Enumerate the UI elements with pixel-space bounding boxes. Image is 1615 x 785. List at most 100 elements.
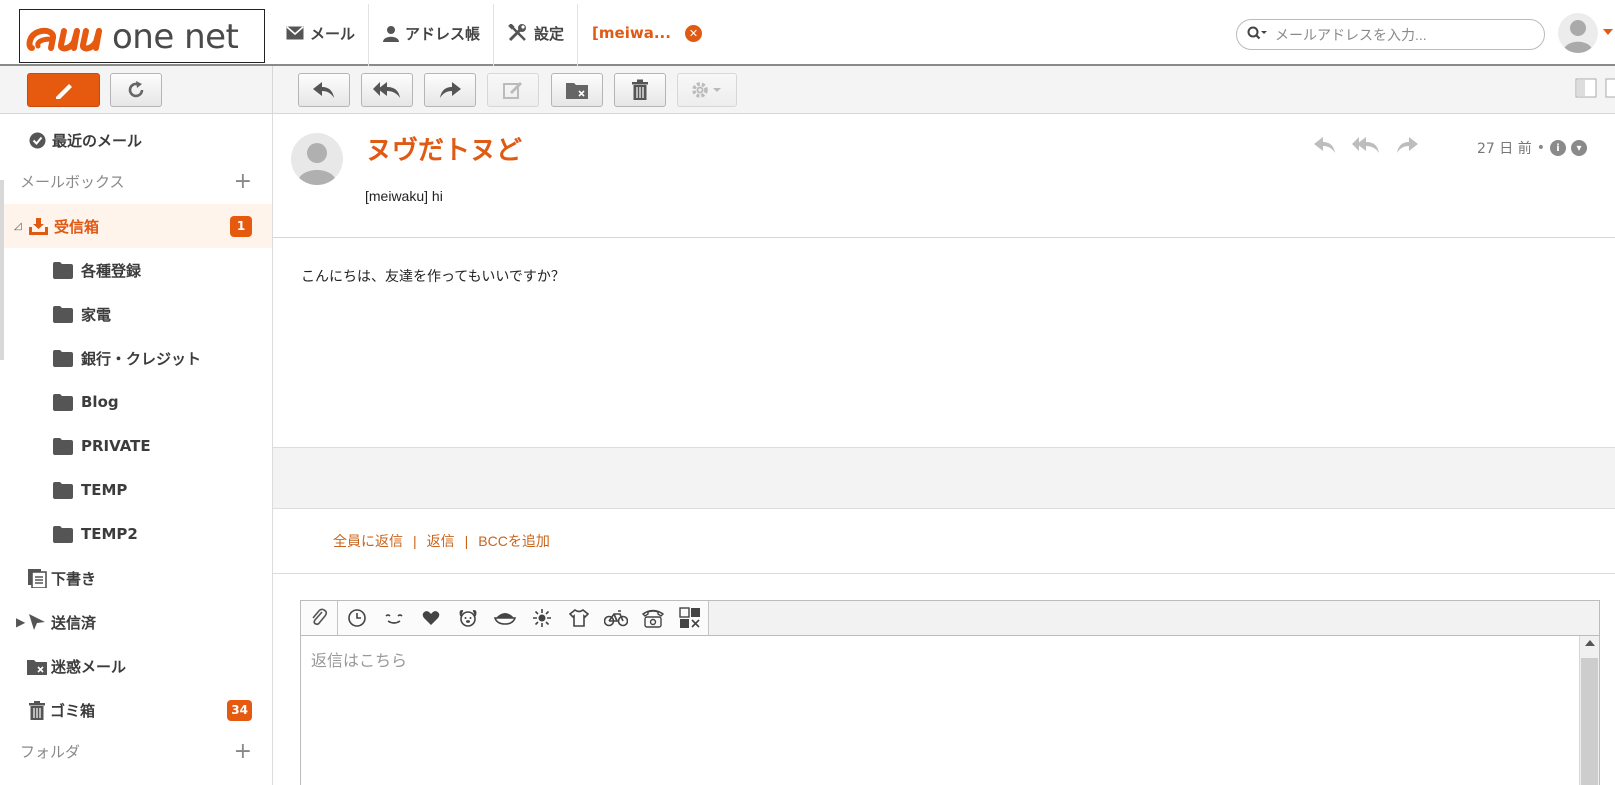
forward-icon[interactable]: [1395, 136, 1419, 154]
tab-mail[interactable]: メール: [272, 0, 370, 66]
sidebar-item-folder[interactable]: 銀行・クレジット: [0, 336, 272, 380]
message-subject: [meiwaku] hi: [365, 188, 443, 204]
phone-emoji-button[interactable]: [634, 601, 671, 635]
user-avatar[interactable]: [1558, 13, 1598, 53]
emoji-button-group: [301, 601, 709, 635]
add-mailbox-icon[interactable]: +: [234, 169, 252, 194]
trash-icon: [29, 700, 45, 720]
tab-settings[interactable]: 設定: [494, 0, 579, 66]
reply-all-icon: [373, 82, 400, 98]
reply-icon[interactable]: [1313, 136, 1337, 154]
search-box[interactable]: [1236, 19, 1545, 50]
sidebar-item-folder[interactable]: PRIVATE: [0, 424, 272, 468]
sidebar-item-sent[interactable]: ▶ 送信済: [0, 600, 272, 644]
toolbar-divider: [272, 66, 273, 114]
avatar-silhouette-icon: [297, 143, 337, 185]
symbol-emoji-button[interactable]: [671, 601, 708, 635]
dog-face-icon: [459, 610, 476, 627]
unread-count-badge: 1: [230, 215, 252, 237]
sidebar-item-label: 受信箱: [54, 217, 100, 236]
user-menu-caret-icon[interactable]: [1603, 29, 1613, 35]
brand-text: one net: [112, 17, 239, 57]
section-label: フォルダ: [20, 742, 81, 761]
search-icon[interactable]: [1247, 26, 1269, 44]
sidebar-item-folder[interactable]: TEMP: [0, 468, 272, 512]
reply-all-link[interactable]: 全員に返信: [333, 533, 403, 549]
trash-icon: [632, 79, 648, 100]
folder-icon: [53, 261, 73, 279]
sidebar-item-folder[interactable]: Blog: [0, 380, 272, 424]
avatar-silhouette-icon: [1563, 20, 1593, 53]
reply-all-icon[interactable]: [1351, 136, 1381, 154]
mail-icon: [286, 26, 304, 40]
message-footer-band: [273, 447, 1615, 509]
bicycle-emoji-button[interactable]: [597, 601, 634, 635]
forward-button[interactable]: [424, 73, 476, 107]
sidebar-item-label: 最近のメール: [52, 131, 143, 150]
au-one-net-logo[interactable]: one net: [19, 9, 265, 63]
food-emoji-button[interactable]: [486, 601, 523, 635]
sidebar-item-spam[interactable]: 迷惑メール: [0, 644, 272, 688]
heart-emoji-button[interactable]: [412, 601, 449, 635]
sidebar-item-folder[interactable]: 家電: [0, 292, 272, 336]
dog-emoji-button[interactable]: [449, 601, 486, 635]
folder-label: 各種登録: [81, 261, 142, 280]
resize-handle[interactable]: [0, 180, 4, 360]
attach-button[interactable]: [301, 601, 338, 635]
sidebar-item-drafts[interactable]: 下書き: [0, 556, 272, 600]
search-input[interactable]: [1275, 26, 1525, 43]
message-date: 27 日 前 • i ▾: [1477, 138, 1587, 158]
divider: [273, 573, 1615, 574]
smile-emoji-button[interactable]: [375, 601, 412, 635]
folder-icon: [53, 393, 73, 411]
folder-label: PRIVATE: [81, 437, 151, 455]
sidebar-item-folder[interactable]: 各種登録: [0, 248, 272, 292]
layout-split-icon[interactable]: [1575, 78, 1597, 98]
clock-emoji-button[interactable]: [338, 601, 375, 635]
mailbox-section-header: メールボックス +: [20, 166, 252, 196]
add-bcc-link[interactable]: BCCを追加: [478, 533, 550, 549]
close-icon[interactable]: ✕: [684, 24, 702, 42]
tab-open-message[interactable]: [meiwa... ✕: [578, 0, 716, 68]
sidebar-item-trash[interactable]: ゴミ箱 34: [0, 688, 272, 732]
person-icon: [383, 25, 400, 42]
scrollbar-thumb[interactable]: [1581, 658, 1598, 785]
scroll-up-arrow-icon[interactable]: [1585, 640, 1595, 646]
folder-icon: [53, 525, 73, 543]
info-icon[interactable]: i: [1549, 140, 1566, 156]
reply-all-button[interactable]: [361, 73, 413, 107]
separator: |: [464, 533, 469, 549]
edit-icon: [503, 82, 522, 99]
chevron-down-icon[interactable]: ▾: [1570, 140, 1587, 156]
sidebar-item-inbox[interactable]: ◿ 受信箱 1: [0, 204, 272, 248]
reply-link[interactable]: 返信: [427, 533, 455, 549]
reply-textarea[interactable]: 返信はこちら: [311, 647, 407, 671]
add-folder-icon[interactable]: +: [234, 739, 252, 764]
tab-address-book-label: アドレス帳: [405, 24, 481, 43]
folder-label: TEMP: [81, 481, 128, 499]
tab-settings-label: 設定: [534, 24, 565, 43]
message-header: ヌヴだトヌど [meiwaku] hi 27 日 前 • i ▾: [273, 114, 1615, 238]
compose-button[interactable]: [27, 73, 100, 107]
inbox-download-icon: [29, 217, 48, 235]
sidebar-item-folder[interactable]: TEMP2: [0, 512, 272, 556]
more-settings-button[interactable]: [677, 73, 737, 107]
tab-address-book[interactable]: アドレス帳: [369, 0, 495, 66]
folder-icon: [53, 305, 73, 323]
compose-scrollbar[interactable]: [1579, 636, 1599, 785]
sidebar-item-recent[interactable]: 最近のメール: [0, 118, 272, 162]
refresh-button[interactable]: [110, 73, 162, 107]
sun-emoji-button[interactable]: [523, 601, 560, 635]
edit-button[interactable]: [487, 73, 539, 107]
shirt-emoji-button[interactable]: [560, 601, 597, 635]
sidebar-item-label: 下書き: [51, 569, 97, 588]
delete-button[interactable]: [614, 73, 666, 107]
reply-button[interactable]: [298, 73, 350, 107]
move-to-folder-button[interactable]: [551, 73, 603, 107]
collapse-arrow-icon[interactable]: ◿: [14, 221, 22, 232]
expand-arrow-icon[interactable]: ▶: [16, 615, 25, 629]
sender-name[interactable]: ヌヴだトヌど: [366, 130, 522, 167]
section-label: メールボックス: [20, 172, 125, 191]
folder-section-header: フォルダ +: [20, 736, 252, 766]
layout-full-icon[interactable]: [1605, 78, 1615, 98]
